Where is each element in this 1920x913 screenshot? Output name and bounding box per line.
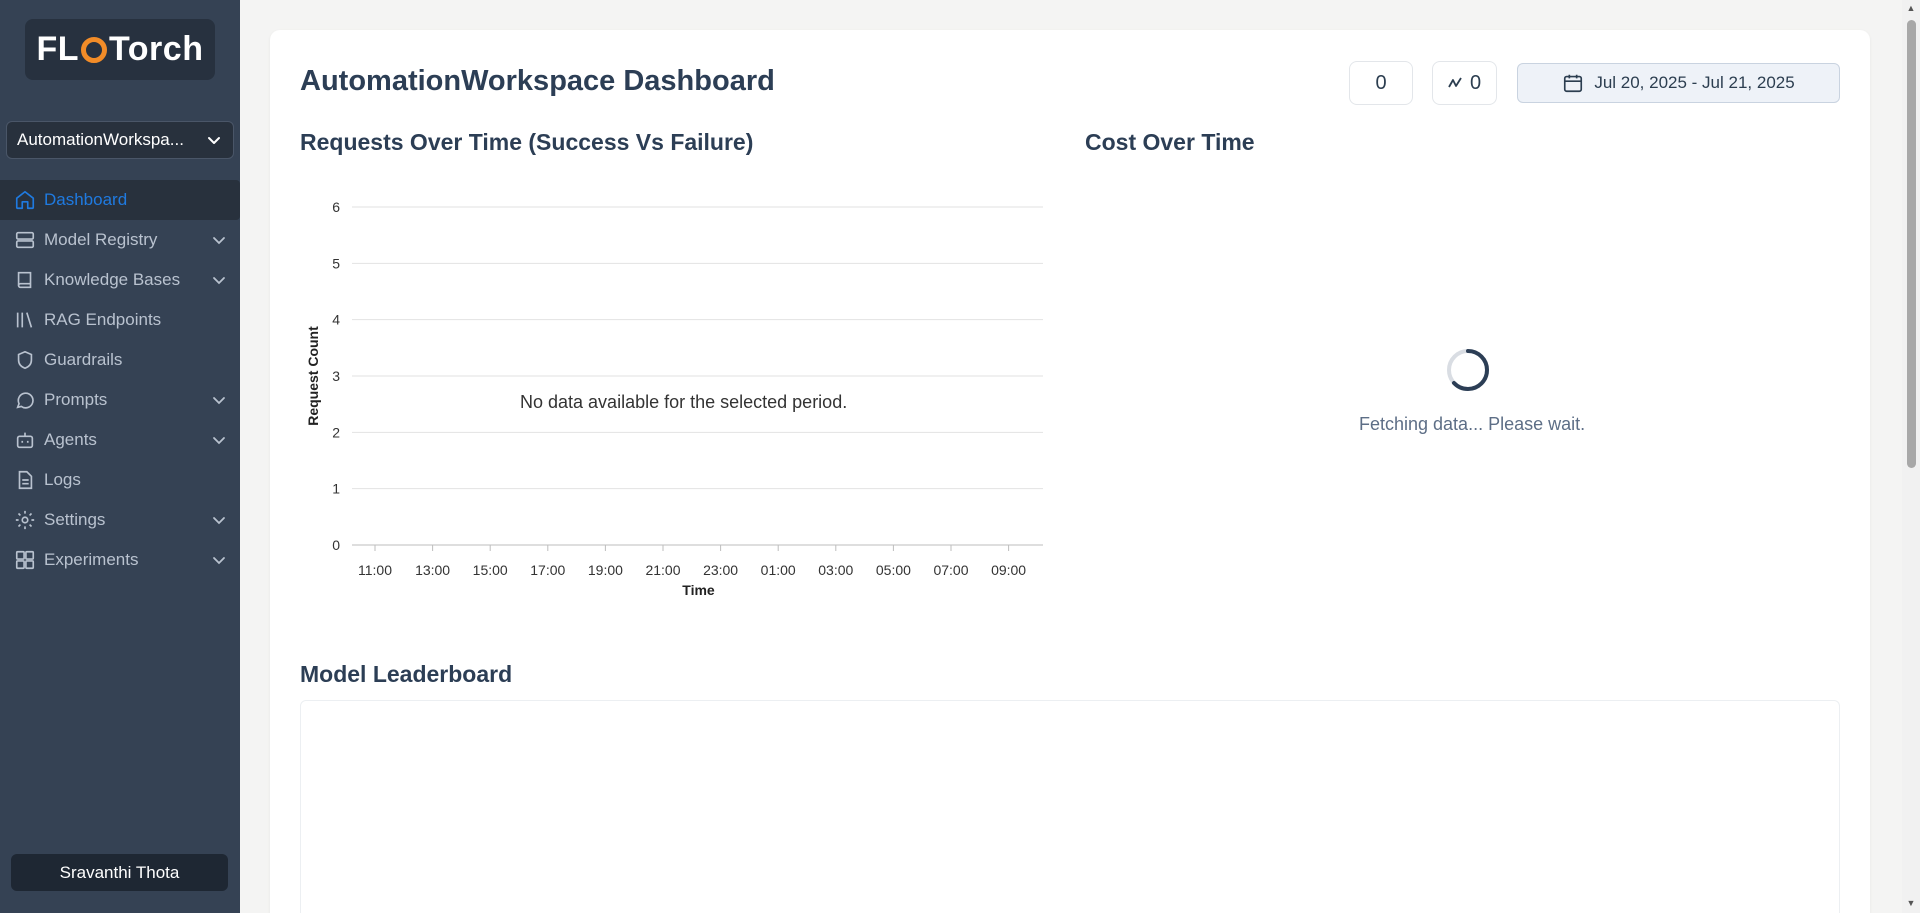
date-range-picker[interactable]: Jul 20, 2025 - Jul 21, 2025: [1517, 63, 1840, 103]
sidebar-item-dashboard[interactable]: Dashboard: [0, 180, 240, 220]
user-menu-button[interactable]: Sravanthi Thota: [11, 854, 228, 891]
scroll-thumb[interactable]: [1907, 20, 1916, 468]
x-tick-label: 17:00: [530, 562, 565, 578]
x-tick-label: 11:00: [358, 562, 392, 578]
x-tick-label: 03:00: [818, 562, 853, 578]
home-icon: [12, 187, 38, 213]
sidebar-item-prompts[interactable]: Prompts: [0, 380, 240, 420]
logo-text-right: Torch: [109, 30, 204, 68]
sidebar: FL Torch AutomationWorkspa... Dashboard M…: [0, 0, 240, 913]
y-tick-label: 4: [332, 312, 340, 328]
chevron-down-icon: [210, 551, 228, 569]
y-tick-label: 0: [332, 537, 340, 553]
book-icon: [12, 267, 38, 293]
logo-text: FL Torch: [37, 30, 204, 69]
sidebar-item-label: Prompts: [44, 390, 108, 409]
workspace-label: AutomationWorkspa...: [17, 130, 184, 149]
leaderboard-panel: [300, 700, 1840, 913]
trend-icon: [1448, 76, 1462, 90]
loading-spinner-icon: [1447, 349, 1490, 392]
sidebar-item-label: Settings: [44, 510, 106, 529]
sidebar-item-knowledge-bases[interactable]: Knowledge Bases: [0, 260, 240, 300]
page-scrollbar[interactable]: ▲ ▼: [1902, 0, 1920, 913]
sidebar-item-label: Guardrails: [44, 350, 123, 369]
sidebar-item-label: Dashboard: [44, 190, 128, 209]
scroll-down-arrow-icon[interactable]: ▼: [1906, 898, 1916, 908]
sidebar-item-settings[interactable]: Settings: [0, 500, 240, 540]
sidebar-item-label: Logs: [44, 470, 81, 489]
file-text-icon: [12, 467, 38, 493]
x-tick-label: 07:00: [933, 562, 968, 578]
sidebar-item-agents[interactable]: Agents: [0, 420, 240, 460]
bot-icon: [12, 427, 38, 453]
message-circle-icon: [12, 387, 38, 413]
layout-grid-icon: [12, 547, 38, 573]
x-tick-label: 19:00: [588, 562, 623, 578]
cost-chart-title: Cost Over Time: [1085, 129, 1255, 155]
y-tick-label: 3: [332, 368, 340, 384]
scroll-up-arrow-icon[interactable]: ▲: [1906, 3, 1916, 13]
sidebar-item-logs[interactable]: Logs: [0, 460, 240, 500]
x-tick-label: 23:00: [703, 562, 738, 578]
stat-value: 0: [1375, 71, 1387, 94]
y-axis-title: Request Count: [305, 326, 321, 426]
chevron-down-icon: [210, 431, 228, 449]
chevron-down-icon: [205, 131, 223, 149]
chevron-down-icon: [210, 271, 228, 289]
x-tick-label: 01:00: [761, 562, 796, 578]
x-tick-label: 15:00: [473, 562, 508, 578]
no-data-message: No data available for the selected perio…: [520, 392, 848, 412]
sidebar-item-label: Experiments: [44, 550, 139, 569]
requests-chart-title: Requests Over Time (Success Vs Failure): [300, 129, 754, 155]
x-tick-label: 13:00: [415, 562, 450, 578]
page-title: AutomationWorkspace Dashboard: [300, 65, 775, 97]
x-tick-label: 21:00: [645, 562, 680, 578]
leaderboard-title: Model Leaderboard: [300, 661, 513, 687]
stat-value: 0: [1469, 71, 1482, 94]
loading-message: Fetching data... Please wait.: [1359, 414, 1586, 434]
calendar-icon: [1562, 72, 1584, 94]
x-tick-label: 09:00: [991, 562, 1026, 578]
sidebar-item-label: Agents: [44, 430, 97, 449]
date-range-label: Jul 20, 2025 - Jul 21, 2025: [1594, 73, 1795, 92]
x-tick-label: 05:00: [876, 562, 911, 578]
y-tick-label: 5: [332, 255, 340, 271]
workspace-select[interactable]: AutomationWorkspa...: [6, 121, 234, 159]
sidebar-item-label: Knowledge Bases: [44, 270, 181, 289]
y-tick-label: 1: [332, 481, 340, 497]
gear-icon: [12, 507, 38, 533]
logo-text-left: FL: [36, 30, 80, 68]
library-icon: [12, 307, 38, 333]
sidebar-item-label: Model Registry: [44, 230, 158, 249]
sidebar-item-guardrails[interactable]: Guardrails: [0, 340, 240, 380]
sidebar-nav: Dashboard Model Registry Knowledge Bases…: [0, 180, 240, 580]
sidebar-item-experiments[interactable]: Experiments: [0, 540, 240, 580]
logo-ring-icon: [81, 36, 108, 63]
sidebar-item-label: RAG Endpoints: [44, 310, 162, 329]
stat-badge-primary[interactable]: 0: [1349, 61, 1413, 105]
chevron-down-icon: [210, 391, 228, 409]
sidebar-item-rag-endpoints[interactable]: RAG Endpoints: [0, 300, 240, 340]
y-tick-label: 6: [332, 199, 340, 215]
x-axis-title: Time: [682, 582, 715, 598]
y-tick-label: 2: [332, 424, 340, 440]
stat-badge-secondary[interactable]: 0: [1432, 61, 1497, 105]
chevron-down-icon: [210, 231, 228, 249]
sidebar-item-model-registry[interactable]: Model Registry: [0, 220, 240, 260]
flotorch-logo[interactable]: FL Torch: [25, 19, 215, 80]
server-icon: [12, 227, 38, 253]
shield-icon: [12, 347, 38, 373]
chevron-down-icon: [210, 511, 228, 529]
